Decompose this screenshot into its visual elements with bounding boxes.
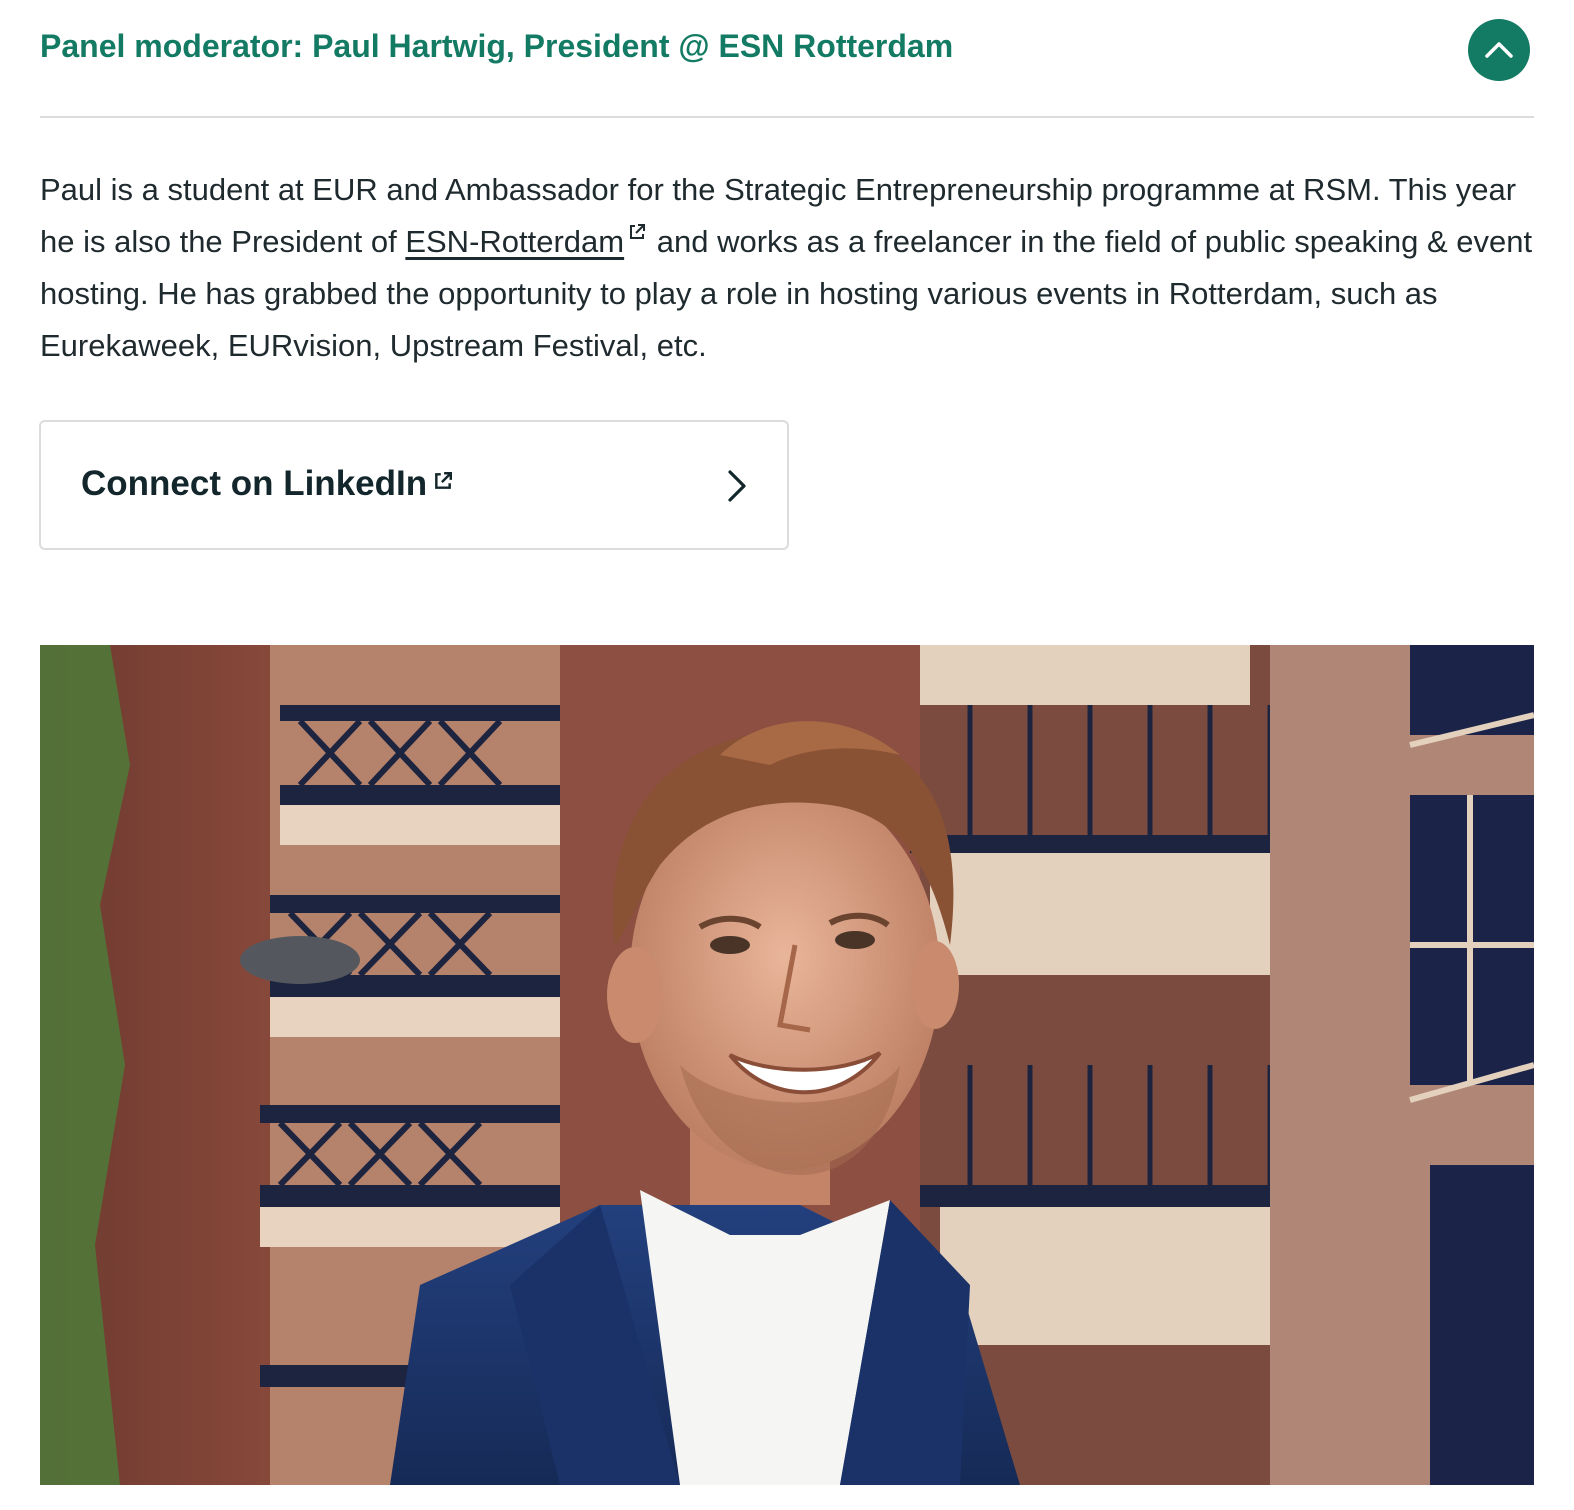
- esn-rotterdam-link[interactable]: ESN-Rotterdam: [405, 224, 624, 259]
- chevron-up-icon: [1485, 42, 1513, 58]
- collapse-button[interactable]: [1468, 19, 1530, 81]
- bio-paragraph: Paul is a student at EUR and Ambassador …: [40, 164, 1540, 372]
- linkedin-label-wrap: Connect on LinkedIn: [81, 464, 453, 504]
- photo-illustration: [40, 645, 1534, 1485]
- moderator-photo: [40, 645, 1534, 1485]
- chevron-right-icon: [728, 470, 746, 502]
- linkedin-label: Connect on LinkedIn: [81, 464, 428, 503]
- external-link-icon: [630, 223, 646, 239]
- connect-linkedin-card[interactable]: Connect on LinkedIn: [39, 420, 789, 550]
- accordion-header[interactable]: Panel moderator: Paul Hartwig, President…: [40, 0, 1534, 118]
- external-link-icon: [435, 472, 453, 489]
- accordion-title: Panel moderator: Paul Hartwig, President…: [40, 28, 954, 64]
